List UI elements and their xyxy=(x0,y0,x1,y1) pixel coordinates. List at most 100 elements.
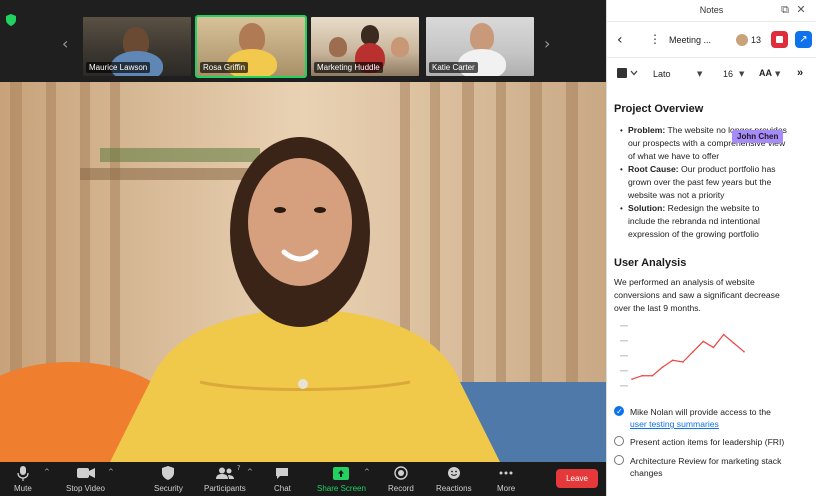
task-text: Mike Nolan will provide access to the xyxy=(630,407,771,417)
paragraph-line: We performed an analysis of website xyxy=(614,277,755,287)
document-title[interactable]: Meeting ... xyxy=(669,35,711,45)
y-tick xyxy=(620,340,628,342)
bullet: • xyxy=(620,165,623,174)
data-point xyxy=(692,350,694,353)
share-screen-label: Share Screen xyxy=(317,484,366,493)
chevron-right-icon[interactable]: › xyxy=(544,36,550,52)
participants-icon xyxy=(215,467,234,479)
y-tick xyxy=(620,355,628,357)
chat-button[interactable]: Chat xyxy=(274,464,291,493)
zoom-window: ‹ › Maurice Lawson Rosa Griffin Marketin… xyxy=(0,0,816,496)
mute-button[interactable]: Mute xyxy=(14,464,32,493)
thumbnail-strip: ‹ › Maurice Lawson Rosa Griffin Marketin… xyxy=(0,0,606,82)
task-text: Architecture Review for marketing stack xyxy=(630,456,782,466)
notes-header: Notes ⧉ ✕ xyxy=(607,0,816,22)
share-screen-icon xyxy=(333,466,350,480)
section-heading: Project Overview xyxy=(614,103,704,115)
data-point xyxy=(631,378,633,380)
back-arrow-icon[interactable]: ‹ xyxy=(617,32,623,48)
close-icon[interactable]: ✕ xyxy=(795,4,807,16)
paragraph-line: conversions and saw a significant decrea… xyxy=(614,290,780,301)
data-point xyxy=(671,359,674,362)
y-tick xyxy=(620,370,628,372)
bullet-line: website was not a priority xyxy=(628,190,725,201)
collaborator-count: 13 xyxy=(751,35,762,45)
bullet-line: of what we have to offer xyxy=(628,151,720,162)
bullet: • xyxy=(620,126,623,135)
ellipsis-icon xyxy=(499,471,513,475)
more-formatting-icon[interactable]: » xyxy=(797,67,803,79)
more-label: More xyxy=(497,484,516,493)
record-icon xyxy=(394,466,408,480)
leave-button[interactable]: Leave xyxy=(556,469,598,488)
bullet-line: grown over the past few years but the xyxy=(628,177,772,188)
data-point xyxy=(661,366,664,368)
bullet-label: Problem: xyxy=(628,125,666,135)
security-label: Security xyxy=(154,484,183,493)
data-point xyxy=(702,340,705,343)
checkbox-unchecked[interactable] xyxy=(614,436,624,446)
task-link[interactable]: user testing summaries xyxy=(630,419,719,429)
formatting-toolbar: Lato ▼ 16 ▼ AA ▼ » xyxy=(607,58,816,90)
participant-name: Maurice Lawson xyxy=(86,62,151,73)
bullet-label: Root Cause: xyxy=(628,164,679,174)
font-size-select[interactable]: 16 xyxy=(723,69,733,79)
reactions-label: Reactions xyxy=(436,484,472,493)
task-text: changes xyxy=(630,468,663,478)
shield-icon xyxy=(6,14,16,26)
font-family-select[interactable]: Lato xyxy=(653,69,671,79)
task-item[interactable]: Mike Nolan will provide access to the us… xyxy=(614,406,806,430)
chevron-down-icon[interactable]: ▼ xyxy=(697,70,702,78)
data-point xyxy=(641,374,643,377)
series-line xyxy=(631,333,745,380)
checkbox-unchecked[interactable] xyxy=(614,455,624,465)
bullet-solution[interactable]: Solution: Redesign the website to includ… xyxy=(628,202,806,242)
text-color-picker[interactable] xyxy=(617,68,639,78)
stop-video-button[interactable]: Stop Video xyxy=(66,464,105,493)
kebab-menu-icon[interactable]: ⋮ xyxy=(649,32,661,46)
record-button[interactable]: Record xyxy=(388,464,414,493)
chevron-up-icon[interactable]: ^ xyxy=(108,468,114,476)
stop-record-icon[interactable] xyxy=(771,31,788,48)
shield-icon xyxy=(162,466,175,480)
reactions-button[interactable]: Reactions xyxy=(436,464,472,493)
data-point xyxy=(651,374,654,377)
analysis-paragraph[interactable]: We performed an analysis of website conv… xyxy=(614,276,806,316)
chevron-up-icon[interactable]: ^ xyxy=(364,468,370,476)
data-point xyxy=(733,342,735,344)
record-label: Record xyxy=(388,484,414,493)
speaker-scene xyxy=(0,82,606,462)
participant-tile-rosa[interactable]: Rosa Griffin xyxy=(195,15,307,78)
security-button[interactable]: Security xyxy=(154,464,183,493)
pop-out-icon[interactable]: ⧉ xyxy=(779,4,791,16)
text-style-icon[interactable]: AA xyxy=(759,68,772,78)
bullet-line: Redesign the website to xyxy=(667,203,760,213)
microphone-icon xyxy=(17,466,29,481)
bullet-root-cause[interactable]: Root Cause: Our product portfolio has gr… xyxy=(628,163,806,203)
notes-doc-toolbar: ‹ ⋮ Meeting ... 13 ↗ xyxy=(607,22,816,58)
mute-label: Mute xyxy=(14,484,32,493)
share-icon[interactable]: ↗ xyxy=(795,31,812,48)
chat-label: Chat xyxy=(274,484,291,493)
share-screen-button[interactable]: Share Screen xyxy=(317,464,366,493)
checkbox-checked[interactable] xyxy=(614,406,624,418)
bullet: • xyxy=(620,204,623,213)
chevron-down-icon[interactable]: ▼ xyxy=(775,70,780,78)
task-item[interactable]: Architecture Review for marketing stack … xyxy=(614,455,806,479)
chevron-left-icon[interactable]: ‹ xyxy=(62,36,68,52)
participant-tile-maurice[interactable]: Maurice Lawson xyxy=(81,15,193,78)
chevron-up-icon[interactable]: ^ xyxy=(247,468,253,476)
participant-name: Rosa Griffin xyxy=(200,62,249,73)
participants-count: 7 xyxy=(237,466,241,472)
participant-tile-marketing-huddle[interactable]: Marketing Huddle xyxy=(309,15,421,78)
chevron-down-icon[interactable]: ▼ xyxy=(739,70,744,78)
participant-tile-katie[interactable]: Katie Carter xyxy=(424,15,536,78)
chevron-up-icon[interactable]: ^ xyxy=(44,468,50,476)
participants-label: Participants xyxy=(204,484,246,493)
avatar[interactable] xyxy=(735,33,749,47)
more-button[interactable]: More xyxy=(497,464,515,493)
task-item[interactable]: Present action items for leadership (FRI… xyxy=(614,436,806,448)
chat-bubble-icon xyxy=(276,467,289,479)
meeting-control-bar: Mute ^ Stop Video ^ Security Participant… xyxy=(0,462,606,496)
participant-name: Katie Carter xyxy=(429,62,478,73)
